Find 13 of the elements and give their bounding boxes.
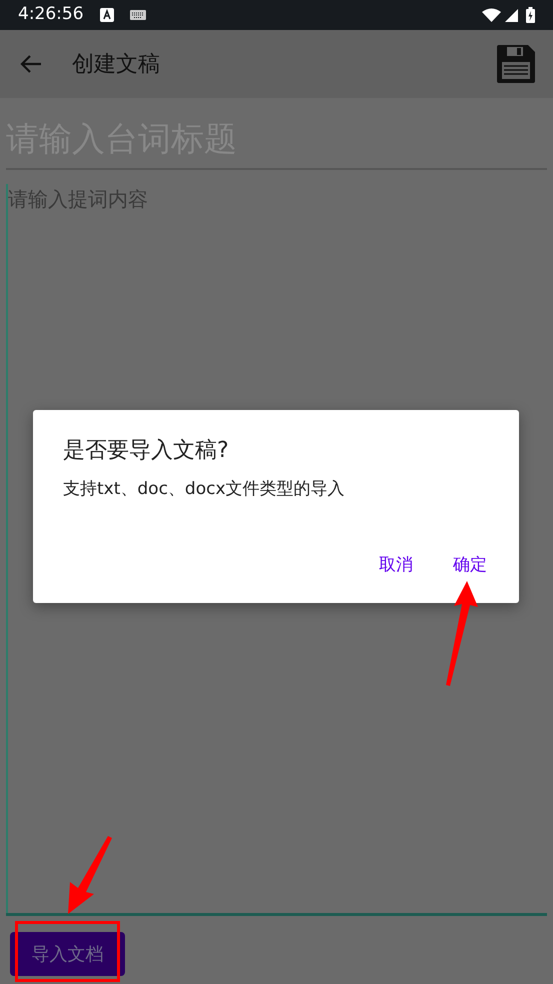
keyboard-icon — [130, 10, 146, 20]
page-title: 创建文稿 — [72, 50, 160, 78]
signal-icon — [505, 8, 518, 22]
dialog-title: 是否要导入文稿? — [63, 437, 230, 465]
wifi-icon — [482, 8, 501, 22]
battery-icon — [526, 7, 535, 23]
back-icon[interactable] — [20, 55, 42, 73]
dialog-message: 支持txt、doc、docx文件类型的导入 — [63, 478, 346, 501]
dialog-button[interactable]: 确定 — [445, 546, 495, 584]
status-time: 4:26:56 — [18, 3, 84, 26]
save-icon[interactable] — [497, 45, 535, 83]
font-icon — [100, 8, 114, 22]
dialog-button[interactable]: 取消 — [371, 546, 421, 584]
